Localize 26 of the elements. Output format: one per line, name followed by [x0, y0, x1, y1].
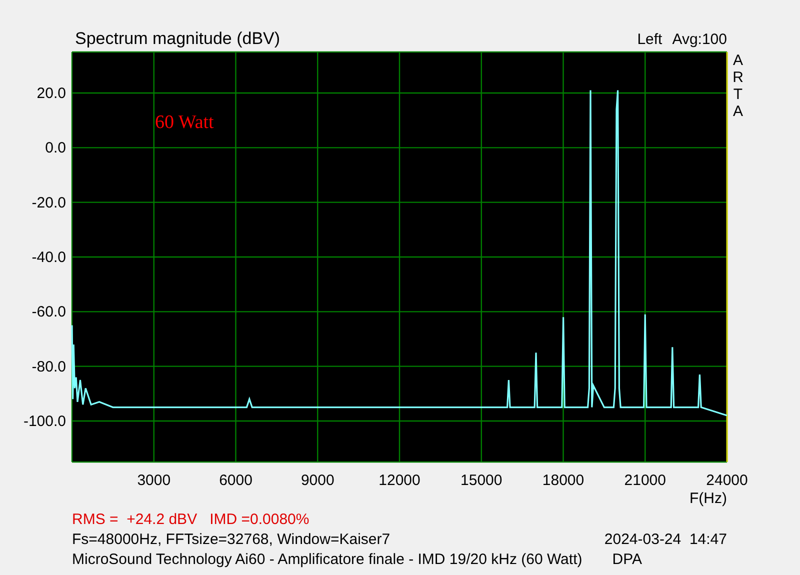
averaging-label: Avg:100 [672, 32, 727, 47]
y-tick-label: 20.0 [36, 85, 66, 102]
y-tick-label: 0.0 [45, 140, 66, 157]
x-tick-label: 6000 [219, 472, 252, 489]
tag-text: DPA [612, 550, 642, 570]
x-tick-label: 9000 [300, 472, 334, 489]
channel-label: Left [637, 32, 662, 47]
chart-title: Spectrum magnitude (dBV) [75, 30, 280, 47]
x-axis-label: F(Hz) [690, 490, 727, 507]
measurement-text: RMS = +24.2 dBV IMD =0.0080% [72, 510, 310, 530]
settings-text: Fs=48000Hz, FFTsize=32768, Window=Kaiser7 [72, 530, 390, 550]
y-tick-label: -20.0 [32, 194, 66, 212]
vertical-logo: ARTA [732, 52, 744, 120]
y-tick-label: -60.0 [32, 304, 66, 321]
timestamp-text: 2024-03-24 14:47 [604, 530, 727, 550]
y-tick-label: -80.0 [32, 358, 66, 376]
x-tick-label: 24000 [706, 472, 748, 489]
y-tick-label: -100.0 [23, 413, 66, 430]
y-tick-label: -40.0 [32, 249, 66, 266]
x-tick-label: 15000 [460, 472, 502, 489]
x-tick-label: 18000 [542, 472, 584, 489]
x-tick-label: 3000 [137, 472, 171, 489]
power-annotation: 60 Watt [155, 112, 214, 133]
x-tick-label: 12000 [378, 472, 420, 489]
x-tick-label: 21000 [624, 472, 666, 489]
description-text: MicroSound Technology Ai60 - Amplificatore finale - IMD 19/20 kHz (60 Watt) [72, 550, 582, 570]
